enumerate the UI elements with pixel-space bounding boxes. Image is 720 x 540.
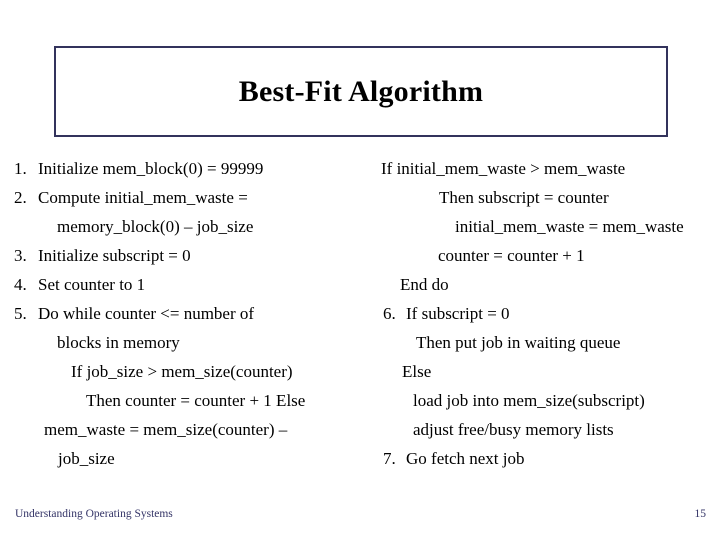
list-item-number: 4.	[14, 275, 27, 294]
algorithm-steps-left-column: 1. Initialize mem_block(0) = 99999 2. Co…	[14, 154, 360, 473]
list-item-continuation: mem_waste = mem_size(counter) –	[44, 420, 288, 439]
list-item-text: Do while counter <= number of	[38, 304, 255, 323]
list-item: 5. Do while counter <= number of	[14, 299, 360, 328]
list-item-continuation: Then subscript = counter	[439, 188, 609, 207]
list-item-number: 7.	[383, 449, 396, 468]
list-item: 2. Compute initial_mem_waste =	[14, 183, 360, 212]
list-item-number: 3.	[14, 246, 27, 265]
list-item-continuation: blocks in memory	[57, 333, 180, 352]
list-item-continuation: load job into mem_size(subscript)	[413, 391, 645, 410]
list-item-number: 2.	[14, 188, 27, 207]
title-box: Best-Fit Algorithm	[54, 46, 668, 137]
list-item-number: 1.	[14, 159, 27, 178]
list-item-text: Initialize subscript = 0	[38, 246, 191, 265]
list-item-text: Initialize mem_block(0) = 99999	[38, 159, 264, 178]
page-number: 15	[694, 508, 707, 520]
list-item: 7. Go fetch next job	[372, 444, 716, 473]
algorithm-steps-right-column: If initial_mem_waste > mem_waste Then su…	[372, 154, 716, 473]
list-item-text: Compute initial_mem_waste =	[38, 188, 248, 207]
list-item-text: Set counter to 1	[38, 275, 146, 294]
list-item-continuation: If initial_mem_waste > mem_waste	[381, 159, 626, 178]
list-item-continuation: initial_mem_waste = mem_waste	[455, 217, 684, 236]
footer-book-title: Understanding Operating Systems	[15, 508, 173, 520]
list-item-continuation: If job_size > mem_size(counter)	[71, 362, 293, 381]
list-item-text: Go fetch next job	[406, 449, 525, 468]
list-item-continuation: End do	[400, 275, 449, 294]
list-item-continuation: job_size	[58, 449, 115, 468]
list-item-number: 5.	[14, 304, 27, 323]
list-item-number: 6.	[383, 304, 396, 323]
list-item-continuation: Then put job in waiting queue	[416, 333, 621, 352]
page-title: Best-Fit Algorithm	[238, 75, 484, 108]
list-item-continuation: counter = counter + 1	[438, 246, 585, 265]
list-item: 6. If subscript = 0	[372, 299, 716, 328]
list-item: 3. Initialize subscript = 0	[14, 241, 360, 270]
slide: Best-Fit Algorithm 1. Initialize mem_blo…	[0, 0, 720, 540]
list-item: 4. Set counter to 1	[14, 270, 360, 299]
list-item-continuation: memory_block(0) – job_size	[57, 217, 254, 236]
list-item: 1. Initialize mem_block(0) = 99999	[14, 154, 360, 183]
list-item-continuation: Else	[402, 362, 432, 381]
list-item-continuation: Then counter = counter + 1 Else	[86, 391, 306, 410]
list-item-continuation: adjust free/busy memory lists	[413, 420, 614, 439]
list-item-text: If subscript = 0	[406, 304, 510, 323]
